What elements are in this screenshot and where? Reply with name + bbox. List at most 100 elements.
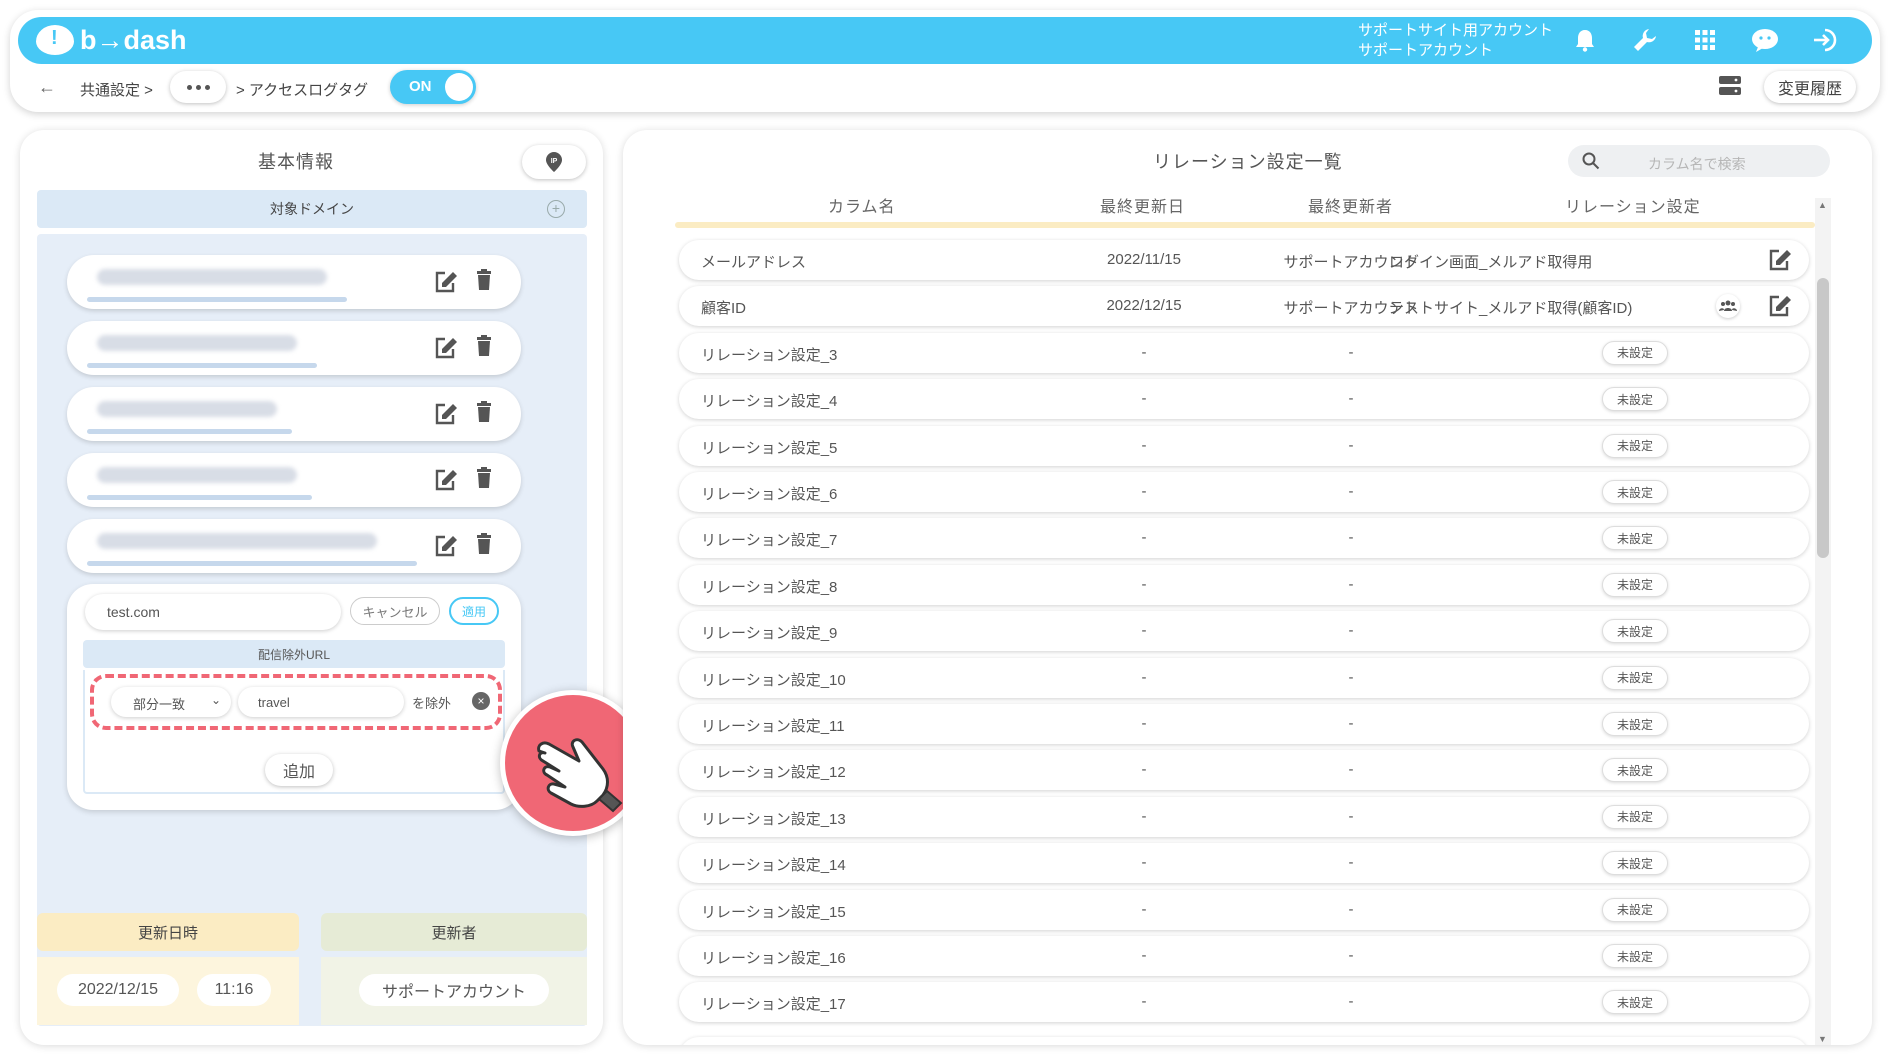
unset-badge[interactable]: 未設定 <box>1602 758 1668 783</box>
account-info[interactable]: サポートサイト用アカウント サポートアカウント <box>1358 21 1553 61</box>
table-row[interactable]: リレーション設定_16 - - 未設定 <box>679 936 1809 976</box>
server-icon[interactable] <box>1719 76 1741 101</box>
column-header-relation[interactable]: リレーション設定 <box>1565 193 1701 217</box>
column-header-name[interactable]: カラム名 <box>828 193 896 217</box>
apply-button[interactable]: 適用 <box>449 597 499 625</box>
brand-logo[interactable]: b→dash <box>36 22 187 58</box>
cancel-button[interactable]: キャンセル <box>350 597 440 625</box>
table-row[interactable]: リレーション設定_14 - - 未設定 <box>679 843 1809 884</box>
edit-icon[interactable] <box>433 269 459 300</box>
exclude-url-header: 配信除外URL <box>83 640 505 668</box>
back-arrow-icon[interactable]: ← <box>38 77 56 98</box>
trash-icon[interactable] <box>475 533 493 560</box>
breadcrumb-bar: ← 共通設定 > > アクセスログタグ ON 変更履歴 <box>34 68 1864 108</box>
panel-title: リレーション設定一覧 <box>1139 148 1357 174</box>
ip-settings-button[interactable]: IP <box>522 145 586 179</box>
unset-badge[interactable]: 未設定 <box>1602 897 1668 922</box>
cell-updated-date: - <box>1141 715 1147 732</box>
column-header-user[interactable]: 最終更新者 <box>1308 193 1393 217</box>
logout-icon[interactable] <box>1808 23 1842 57</box>
domain-edit-card: test.com キャンセル 適用 配信除外URL 部分一致 ⌄ travel … <box>67 584 521 810</box>
unset-badge[interactable]: 未設定 <box>1602 433 1668 458</box>
unset-badge[interactable]: 未設定 <box>1602 804 1668 829</box>
header-divider <box>675 222 1815 228</box>
unset-badge[interactable]: 未設定 <box>1602 712 1668 736</box>
table-row[interactable]: リレーション設定_5 - - 未設定 <box>679 425 1809 466</box>
table-row[interactable]: リレーション設定_3 - - 未設定 <box>679 332 1809 373</box>
edit-icon[interactable] <box>433 401 459 432</box>
target-domain-header: 対象ドメイン + <box>37 190 587 228</box>
cell-updated-user: - <box>1348 529 1354 547</box>
table-row[interactable]: リレーション設定_15 - - 未設定 <box>679 889 1809 930</box>
cell-updated-user: - <box>1348 390 1354 408</box>
unset-badge[interactable]: 未設定 <box>1602 387 1668 412</box>
table-row[interactable]: リレーション設定_9 - - 未設定 <box>679 611 1809 652</box>
scroll-down-icon[interactable]: ▼ <box>1818 1034 1827 1044</box>
trash-icon[interactable] <box>475 467 493 494</box>
cell-updated-user: - <box>1348 715 1354 732</box>
unset-badge[interactable]: 未設定 <box>1602 990 1668 1015</box>
table-scrollbar[interactable]: ▲ ▼ <box>1815 198 1831 1045</box>
scroll-up-icon[interactable]: ▲ <box>1818 200 1827 210</box>
updated-date: 2022/12/15 <box>57 974 179 1006</box>
unset-badge[interactable]: 未設定 <box>1602 944 1668 968</box>
edit-icon[interactable] <box>433 335 459 366</box>
exclude-url-section: 部分一致 ⌄ travel を除外 × 追加 <box>83 670 505 794</box>
cell-updated-date: - <box>1141 529 1147 547</box>
exclude-url-input[interactable]: travel <box>238 687 404 717</box>
table-row[interactable]: リレーション設定_6 - - 未設定 <box>679 472 1809 512</box>
breadcrumb-common-settings[interactable]: 共通設定 > <box>80 79 153 100</box>
scroll-thumb[interactable] <box>1817 278 1829 558</box>
cell-column-name: リレーション設定_4 <box>701 393 838 411</box>
edit-icon[interactable] <box>433 533 459 564</box>
edit-icon[interactable] <box>433 467 459 498</box>
unset-badge[interactable]: 未設定 <box>1602 340 1668 365</box>
people-icon[interactable] <box>1716 294 1740 319</box>
bell-icon[interactable] <box>1568 23 1602 57</box>
table-row-partial[interactable] <box>679 1037 1809 1045</box>
grid-icon[interactable] <box>1688 23 1722 57</box>
table-row[interactable]: リレーション設定_8 - - 未設定 <box>679 564 1809 605</box>
trash-icon[interactable] <box>475 269 493 296</box>
cell-updated-user: - <box>1348 483 1354 500</box>
add-domain-icon[interactable]: + <box>547 200 565 218</box>
trash-icon[interactable] <box>475 401 493 428</box>
updated-time: 11:16 <box>197 974 271 1006</box>
edit-icon[interactable] <box>1767 247 1793 277</box>
blurred-domain-text <box>97 269 327 285</box>
table-row[interactable]: リレーション設定_7 - - 未設定 <box>679 518 1809 559</box>
trash-icon[interactable] <box>475 335 493 362</box>
cell-updated-user: - <box>1348 900 1354 918</box>
cell-updated-user: - <box>1348 993 1354 1011</box>
table-row[interactable]: リレーション設定_4 - - 未設定 <box>679 379 1809 420</box>
breadcrumb-more-button[interactable] <box>170 71 226 103</box>
wrench-icon[interactable] <box>1628 23 1662 57</box>
column-header-date[interactable]: 最終更新日 <box>1100 193 1185 217</box>
domain-input[interactable]: test.com <box>85 594 341 630</box>
table-row[interactable]: 顧客ID 2022/12/15 サポートアカウント テストサイト_メルアド取得(顧客I… <box>679 286 1809 327</box>
cell-column-name: リレーション設定_16 <box>701 950 846 967</box>
table-row[interactable]: リレーション設定_17 - - 未設定 <box>679 982 1809 1023</box>
edit-icon[interactable] <box>1767 293 1793 323</box>
support-icon[interactable] <box>1748 23 1782 57</box>
cell-column-name: リレーション設定_6 <box>701 486 838 503</box>
unset-badge[interactable]: 未設定 <box>1602 572 1668 597</box>
unset-badge[interactable]: 未設定 <box>1602 526 1668 551</box>
column-search-input[interactable]: カラム名で検索 <box>1568 145 1830 177</box>
unset-badge[interactable]: 未設定 <box>1602 619 1668 644</box>
cell-updated-date: - <box>1141 807 1147 825</box>
tag-enabled-toggle[interactable]: ON <box>390 70 476 104</box>
table-row[interactable]: メールアドレス 2022/11/15 サポートアカウント ログイン画面_メルアド取得用 <box>679 240 1809 280</box>
add-button[interactable]: 追加 <box>265 754 333 786</box>
table-row[interactable]: リレーション設定_11 - - 未設定 <box>679 704 1809 744</box>
unset-badge[interactable]: 未設定 <box>1602 665 1668 690</box>
table-row[interactable]: リレーション設定_10 - - 未設定 <box>679 657 1809 698</box>
table-row[interactable]: リレーション設定_12 - - 未設定 <box>679 750 1809 791</box>
table-row[interactable]: リレーション設定_13 - - 未設定 <box>679 796 1809 837</box>
unset-badge[interactable]: 未設定 <box>1602 480 1668 504</box>
change-history-button[interactable]: 変更履歴 <box>1764 71 1856 103</box>
remove-icon[interactable]: × <box>472 692 490 710</box>
match-type-select[interactable]: 部分一致 ⌄ <box>111 687 231 717</box>
domain-item <box>67 453 521 507</box>
unset-badge[interactable]: 未設定 <box>1602 851 1668 876</box>
